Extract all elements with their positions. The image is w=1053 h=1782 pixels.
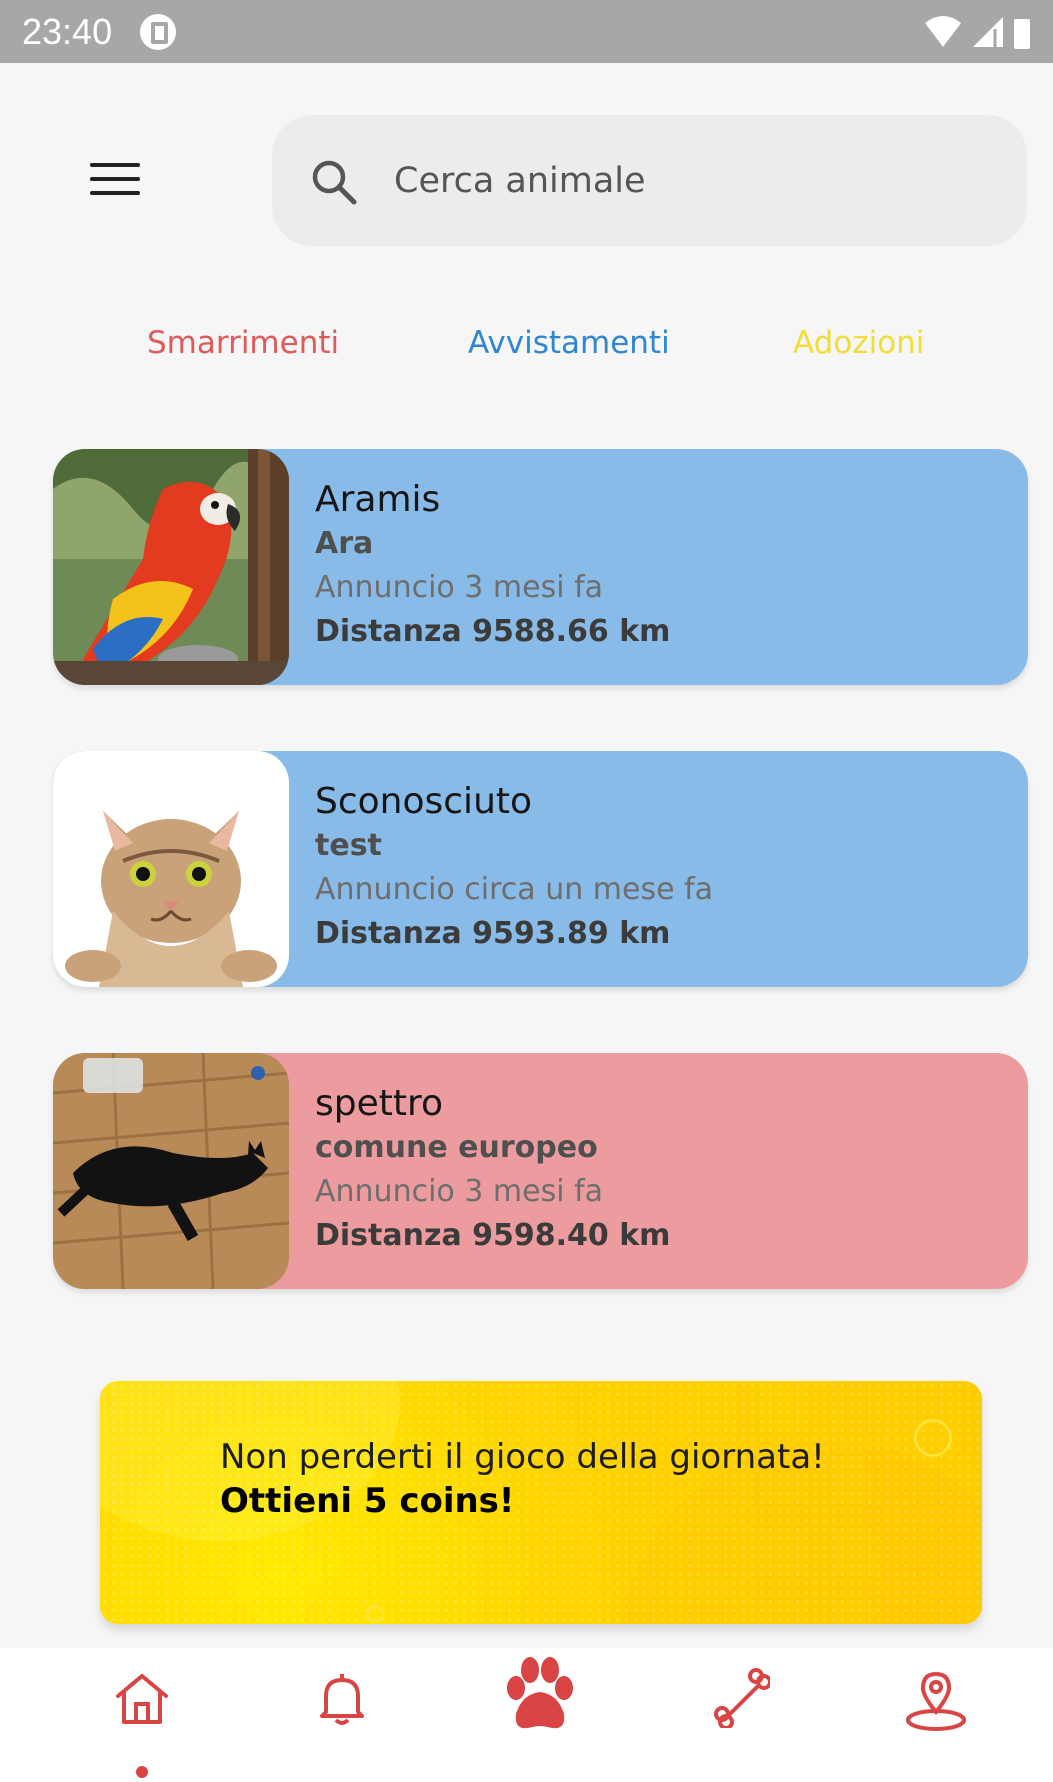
pet-photo (53, 751, 289, 987)
listing-card[interactable]: spettro comune europeo Annuncio 3 mesi f… (53, 1053, 1028, 1289)
nav-adoptions[interactable] (710, 1668, 772, 1732)
category-tabs: Smarrimenti Avvistamenti Adozioni (0, 325, 1053, 375)
menu-icon-bar (90, 177, 140, 181)
banner-decoration (914, 1419, 952, 1457)
pet-breed: test (315, 828, 382, 863)
bone-icon (714, 1668, 772, 1730)
bell-icon (320, 1674, 364, 1725)
pet-photo (53, 1053, 289, 1289)
battery-icon (1014, 18, 1030, 49)
banner-decoration (366, 1605, 384, 1623)
search-icon (312, 160, 357, 204)
listing-info: Aramis Ara Annuncio 3 mesi fa Distanza 9… (289, 449, 670, 685)
posted-time: Annuncio circa un mese fa (315, 872, 714, 907)
pet-name: spettro (315, 1083, 444, 1124)
posted-time: Annuncio 3 mesi fa (315, 570, 604, 605)
tab-adozioni[interactable]: Adozioni (793, 325, 924, 361)
wifi-icon (925, 15, 961, 47)
posted-time: Annuncio 3 mesi fa (315, 1174, 604, 1209)
distance: Distanza 9593.89 km (315, 916, 671, 951)
active-indicator (136, 1766, 148, 1778)
signal-icon (973, 16, 1003, 47)
nav-map[interactable] (903, 1668, 969, 1738)
pet-photo (53, 449, 289, 685)
bottom-navigation (0, 1648, 1053, 1782)
home-icon (116, 1674, 168, 1724)
distance: Distanza 9588.66 km (315, 614, 671, 649)
paw-icon (507, 1657, 573, 1729)
pet-breed: Ara (315, 526, 374, 561)
search-input[interactable] (394, 160, 954, 201)
tab-avvistamenti[interactable]: Avvistamenti (468, 325, 670, 361)
nav-animals[interactable] (496, 1654, 582, 1744)
listing-card[interactable]: Sconosciuto test Annuncio circa un mese … (53, 751, 1028, 987)
nav-home[interactable] (112, 1668, 172, 1732)
pet-name: Sconosciuto (315, 781, 533, 822)
daily-game-banner[interactable]: Non perderti il gioco della giornata! Ot… (100, 1381, 982, 1624)
menu-icon-bar (90, 191, 140, 195)
status-time: 23:40 (22, 10, 113, 52)
listing-info: spettro comune europeo Annuncio 3 mesi f… (289, 1053, 670, 1289)
listing-info: Sconosciuto test Annuncio circa un mese … (289, 751, 713, 987)
notification-app-icon (140, 13, 177, 50)
status-bar: 23:40 (0, 0, 1053, 63)
menu-icon-bar (90, 163, 140, 167)
menu-button[interactable] (90, 163, 140, 201)
tab-smarrimenti[interactable]: Smarrimenti (147, 325, 339, 361)
banner-reward: Ottieni 5 coins! (220, 1481, 515, 1521)
location-icon (906, 1671, 966, 1731)
nav-notifications[interactable] (312, 1668, 372, 1732)
pet-breed: comune europeo (315, 1130, 598, 1165)
distance: Distanza 9598.40 km (315, 1218, 671, 1253)
search-bar[interactable] (272, 115, 1027, 246)
pet-name: Aramis (315, 479, 441, 520)
listing-card[interactable]: Aramis Ara Annuncio 3 mesi fa Distanza 9… (53, 449, 1028, 685)
banner-headline: Non perderti il gioco della giornata! (220, 1437, 825, 1477)
